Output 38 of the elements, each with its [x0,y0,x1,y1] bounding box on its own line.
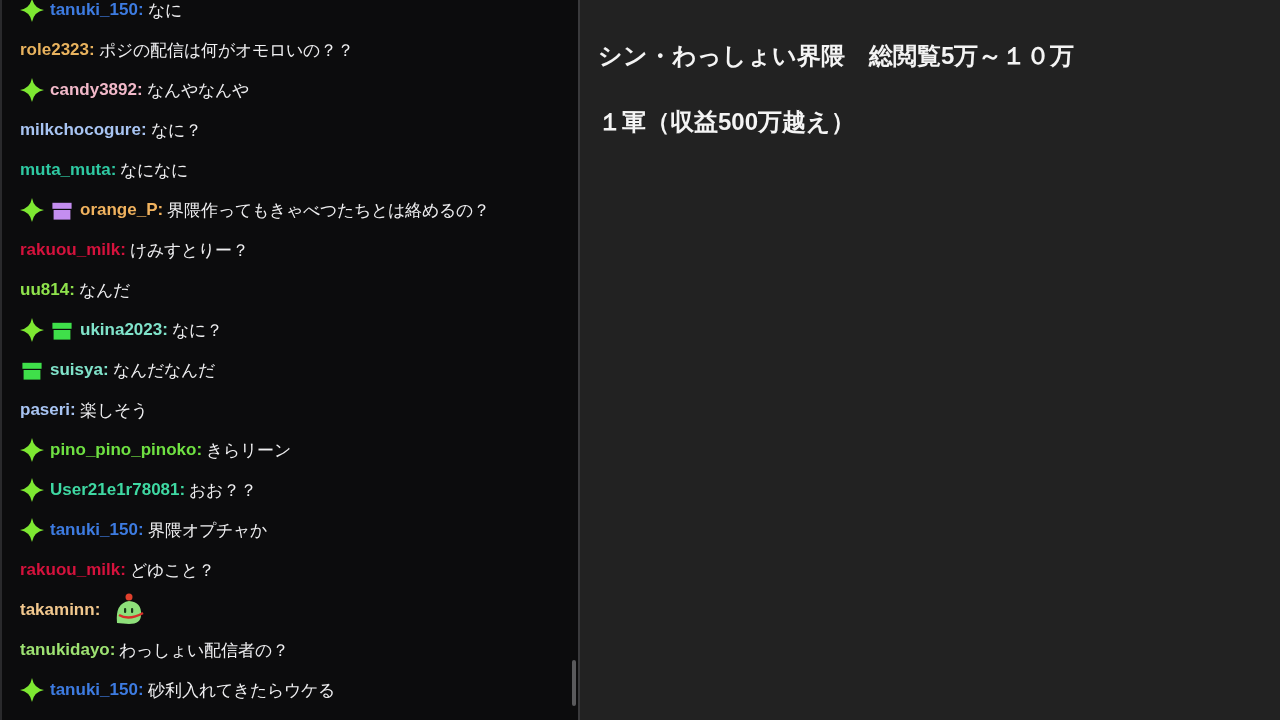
chat-message: きらリーン [206,439,292,462]
username[interactable]: milkchocogure: [20,120,147,140]
username[interactable]: tanuki_150: [50,520,144,540]
username[interactable]: tanuki_150: [50,0,144,20]
username[interactable]: User21e1r78081: [50,480,186,500]
chat-message: おお？？ [189,479,258,502]
note-heading: １軍（収益500万越え） [598,107,857,137]
username[interactable]: candy3892: [50,80,143,100]
chat-message: なんだなんだ [112,359,215,382]
username[interactable]: tanuki_150: [50,680,144,700]
chat-message: なになに [120,159,189,182]
chat-message: 砂利入れてきたらウケる [147,679,335,702]
chat-message: どゆこと？ [129,559,215,582]
username[interactable]: muta_muta: [20,160,117,180]
chat-message: けみすとりー？ [129,239,249,262]
username[interactable]: uu814: [20,280,75,300]
chat-message: なんだ [78,279,130,302]
chat-message: わっしょい配信者の？ [119,639,290,662]
username[interactable]: ukina2023: [80,320,168,340]
scrollbar[interactable] [572,660,576,706]
chat-message: ポジの配信は何がオモロいの？？ [98,39,354,62]
username[interactable]: role2323: [20,40,95,60]
username[interactable]: tanukidayo: [20,640,116,660]
chat-message: なんやなんや [146,79,249,102]
username[interactable]: suisya: [50,360,109,380]
username[interactable]: orange_P: [80,200,164,220]
chat-message: 界隈オプチャか [147,519,267,542]
username[interactable]: rakuou_milk: [20,240,126,260]
username[interactable]: takaminn: [20,600,101,620]
username[interactable]: pino_pino_pinoko: [50,440,203,460]
chat-message: なに？ [150,119,202,142]
username[interactable]: paseri: [20,400,76,420]
chat-message: なに [147,0,182,22]
username[interactable]: rakuou_milk: [20,560,126,580]
note-heading: シン・わっしょい界隈 総閲覧5万～１０万 [598,41,1076,71]
chat-message: なに？ [171,319,223,342]
chat-message: 楽しそう [79,399,148,422]
chat-message: 界隈作ってもきゃべつたちとは絡めるの？ [167,199,491,222]
